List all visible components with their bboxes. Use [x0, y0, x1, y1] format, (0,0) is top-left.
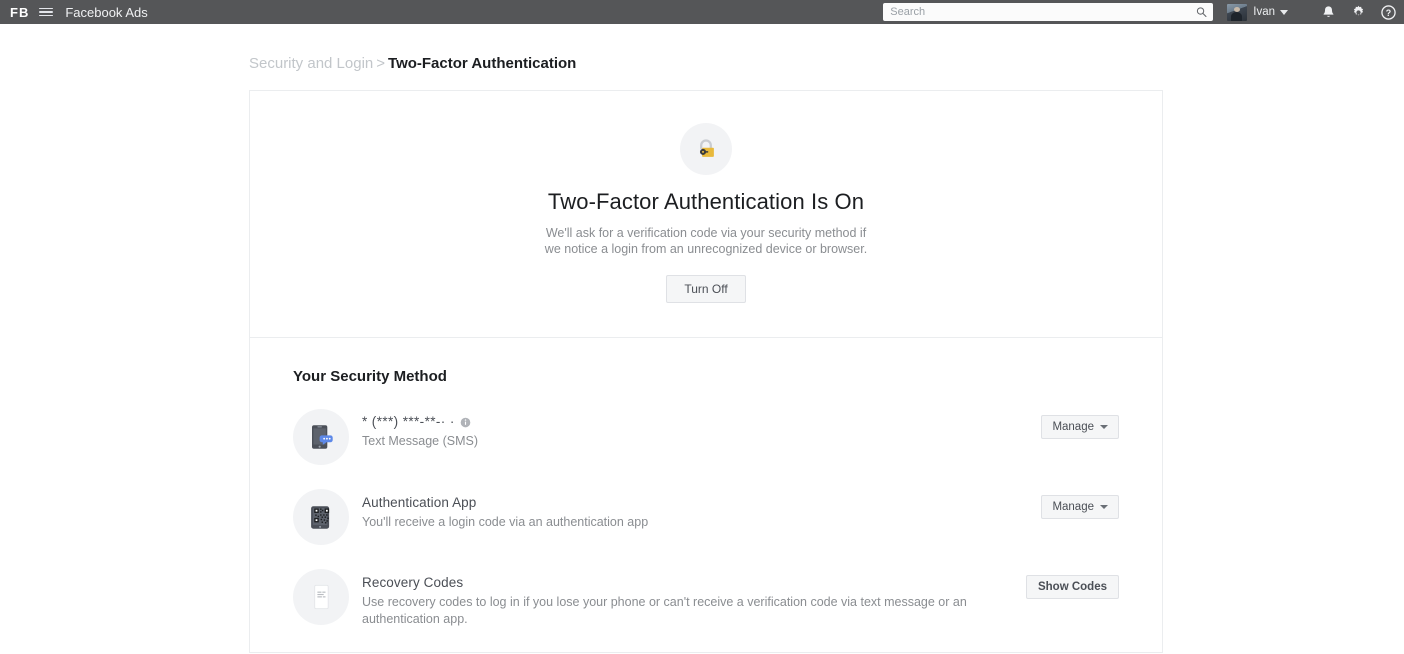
- breadcrumb-current: Two-Factor Authentication: [388, 55, 577, 72]
- top-navigation-bar: FB Facebook Ads Ivan: [0, 0, 1404, 24]
- manage-button-label: Manage: [1052, 501, 1094, 513]
- sms-phone-icon: [293, 409, 349, 465]
- topbar-right-group: Ivan ?: [883, 3, 1396, 21]
- two-factor-status-section: Two-Factor Authentication Is On We'll as…: [250, 91, 1162, 338]
- security-method-info: Recovery Codes Use recovery codes to log…: [362, 569, 1012, 628]
- fb-logo[interactable]: FB: [10, 5, 29, 20]
- page-content: Security and Login > Two-Factor Authentica…: [0, 24, 1404, 653]
- qr-code-authenticator-icon: [293, 489, 349, 545]
- settings-gear-icon[interactable]: [1350, 4, 1366, 20]
- hamburger-menu-icon[interactable]: [39, 6, 54, 18]
- method-title: Authentication App: [362, 495, 477, 510]
- manage-auth-app-button[interactable]: Manage: [1041, 495, 1119, 519]
- chevron-down-icon: [1100, 425, 1108, 429]
- two-factor-card: Two-Factor Authentication Is On We'll as…: [249, 90, 1163, 653]
- method-title: Recovery Codes: [362, 575, 464, 590]
- recovery-codes-document-icon: [293, 569, 349, 625]
- show-codes-button[interactable]: Show Codes: [1025, 575, 1119, 599]
- method-action: Manage: [1041, 409, 1119, 439]
- method-action: Manage: [1041, 489, 1119, 519]
- user-name-label[interactable]: Ivan: [1253, 6, 1275, 18]
- security-method-info: Authentication App You'll receive a logi…: [362, 489, 1027, 531]
- security-method-row: * (***) ***-**-· · Text Message (SMS) Ma…: [293, 409, 1119, 489]
- method-action: Show Codes: [1025, 569, 1119, 599]
- security-method-row: Authentication App You'll receive a logi…: [293, 489, 1119, 569]
- security-methods-section: Your Security Method * (***) ***-**-· · …: [250, 338, 1162, 652]
- turn-off-button[interactable]: Turn Off: [666, 275, 746, 303]
- security-method-row: Recovery Codes Use recovery codes to log…: [293, 569, 1119, 652]
- method-subtitle: Text Message (SMS): [362, 434, 479, 448]
- help-question-icon[interactable]: ?: [1380, 4, 1396, 20]
- breadcrumb: Security and Login > Two-Factor Authentica…: [249, 24, 1404, 72]
- user-avatar[interactable]: [1227, 3, 1248, 21]
- status-description: We'll ask for a verification code via yo…: [544, 226, 868, 256]
- search-input[interactable]: [883, 3, 1214, 21]
- security-method-info: * (***) ***-**-· · Text Message (SMS): [362, 409, 1027, 450]
- padlock-icon: [680, 123, 732, 175]
- method-subtitle: Use recovery codes to log in if you lose…: [362, 595, 967, 626]
- notifications-bell-icon[interactable]: [1320, 4, 1336, 20]
- svg-text:?: ?: [1385, 7, 1390, 17]
- chevron-down-icon[interactable]: [1280, 9, 1288, 15]
- security-methods-heading: Your Security Method: [293, 368, 447, 385]
- search-box[interactable]: [883, 3, 1214, 21]
- info-icon[interactable]: [460, 417, 471, 428]
- method-title-row: * (***) ***-**-· ·: [362, 413, 1027, 431]
- manage-sms-button[interactable]: Manage: [1041, 415, 1119, 439]
- breadcrumb-parent-link[interactable]: Security and Login: [249, 55, 373, 72]
- manage-button-label: Manage: [1052, 421, 1094, 433]
- search-icon[interactable]: [1196, 7, 1207, 18]
- chevron-down-icon: [1100, 505, 1108, 509]
- breadcrumb-separator: >: [376, 55, 386, 72]
- page-title: Two-Factor Authentication Is On: [547, 189, 865, 214]
- method-subtitle: You'll receive a login code via an authe…: [362, 515, 649, 529]
- method-title: * (***) ***-**-· ·: [362, 414, 455, 429]
- app-name-label: Facebook Ads: [65, 4, 148, 20]
